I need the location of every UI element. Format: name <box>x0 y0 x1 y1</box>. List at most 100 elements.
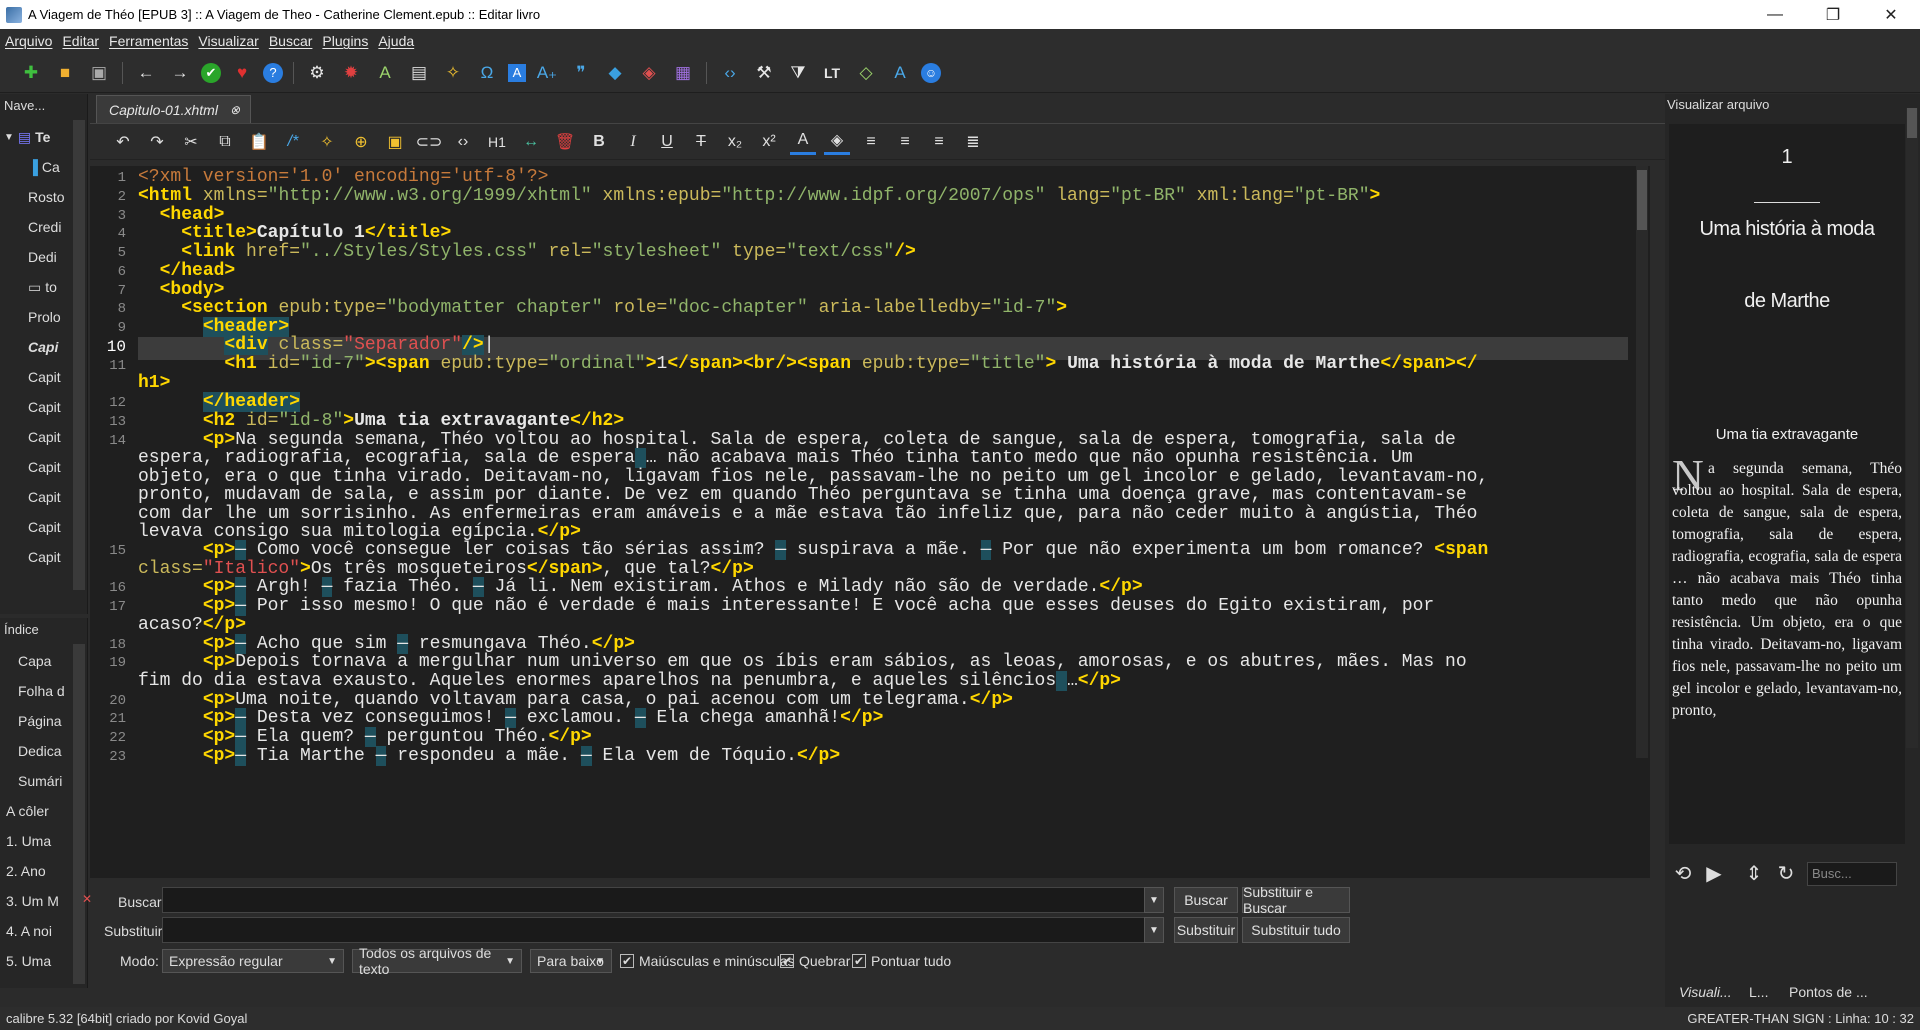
underline-icon[interactable]: U <box>654 129 680 155</box>
split-icon[interactable]: ↔ <box>518 129 544 155</box>
replace-and-find-button[interactable]: Substituir e Buscar <box>1242 884 1350 916</box>
accessibility-icon[interactable]: ☺ <box>921 62 941 83</box>
diamond-icon[interactable]: ◇ <box>853 60 879 86</box>
direction-select[interactable]: Para baixo ▼ <box>530 949 612 973</box>
toc-item[interactable]: Capa <box>0 646 72 676</box>
link-icon[interactable]: ⊂⊃ <box>416 129 443 155</box>
file-item[interactable]: Prolo <box>0 302 72 332</box>
file-item[interactable]: Capit <box>0 392 72 422</box>
find-input[interactable] <box>162 887 1147 913</box>
align-left-icon[interactable]: ≡ <box>858 129 884 155</box>
check-icon[interactable]: ✔ <box>201 62 221 83</box>
filter-icon[interactable]: ⧩ <box>785 60 811 86</box>
menu-arquivo[interactable]: Arquivo <box>0 33 57 49</box>
menu-visualizar[interactable]: Visualizar <box>193 33 263 49</box>
find-history-dropdown[interactable]: ▼ <box>1144 887 1164 913</box>
tab-close-icon[interactable]: ⊗ <box>230 103 240 117</box>
cut-icon[interactable]: ✂ <box>178 129 204 155</box>
file-item[interactable]: Capit <box>0 422 72 452</box>
quote-icon[interactable]: ❞ <box>568 60 594 86</box>
maximize-button[interactable]: ❐ <box>1804 0 1862 29</box>
code-editor[interactable]: 1 2 3 4 5 6 7 8 9 10 11 12 13 14 15 16 1… <box>90 166 1650 878</box>
heart-icon[interactable]: ♥ <box>229 60 255 86</box>
toc-item[interactable]: 1. Uma <box>0 826 72 856</box>
toc-item[interactable]: Dedica <box>0 736 72 766</box>
undo-icon[interactable]: ↶ <box>110 129 136 155</box>
toc-item[interactable]: Página <box>0 706 72 736</box>
font-icon[interactable]: A₊ <box>534 60 560 86</box>
preview-scrollbar[interactable] <box>1906 108 1918 748</box>
close-button[interactable]: ✕ <box>1862 0 1920 29</box>
open-folder-icon[interactable]: ■ <box>52 60 78 86</box>
tag-icon[interactable]: ‹› <box>450 129 476 155</box>
menu-ferramentas[interactable]: Ferramentas <box>104 33 193 49</box>
file-item[interactable]: ▐ Ca <box>0 152 72 182</box>
replace-button[interactable]: Substituir <box>1174 917 1238 943</box>
toc-item[interactable]: 6. O <box>0 976 72 986</box>
menu-ajuda[interactable]: Ajuda <box>373 33 419 49</box>
tab-capitulo-01[interactable]: Capitulo-01.xhtml ⊗ <box>96 95 251 123</box>
comment-icon[interactable]: /* <box>280 129 306 155</box>
italic-icon[interactable]: I <box>620 129 646 155</box>
preview-tab-visualizar[interactable]: Visuali... <box>1679 984 1732 1000</box>
dotall-checkbox[interactable]: ✔ Pontuar tudo <box>852 953 951 969</box>
scope-select[interactable]: Todos os arquivos de texto ▼ <box>352 945 522 977</box>
file-item-current[interactable]: Capi <box>0 332 72 362</box>
close-find-icon[interactable]: ✕ <box>82 892 92 906</box>
file-item[interactable]: Capit <box>0 482 72 512</box>
minimize-button[interactable]: — <box>1746 0 1804 29</box>
menu-editar[interactable]: Editar <box>57 33 104 49</box>
align-right-icon[interactable]: ≡ <box>926 129 952 155</box>
tag-icon[interactable]: ◆ <box>602 60 628 86</box>
replace-history-dropdown[interactable]: ▼ <box>1144 917 1164 943</box>
strikethrough-icon[interactable]: T <box>688 129 714 155</box>
text-icon[interactable]: A <box>508 63 526 82</box>
toc-item[interactable]: Folha d <box>0 676 72 706</box>
sync-icon[interactable]: ⟲ <box>1668 858 1698 888</box>
superscript-icon[interactable]: x² <box>756 129 782 155</box>
new-file-icon[interactable]: ✚ <box>18 60 44 86</box>
paste-icon[interactable]: 📋 <box>246 129 272 155</box>
omega-icon[interactable]: Ω <box>474 60 500 86</box>
file-item[interactable]: Capit <box>0 542 72 572</box>
toc-item[interactable]: 5. Uma <box>0 946 72 976</box>
reports-icon[interactable]: ▤ <box>406 60 432 86</box>
toc-item[interactable]: A côler <box>0 796 72 826</box>
delete-icon[interactable]: 🗑 <box>552 129 578 155</box>
preview-page[interactable]: 1 Uma história à moda de Marthe Uma tia … <box>1669 124 1905 844</box>
settings-icon[interactable]: ⚙ <box>304 60 330 86</box>
bug-icon[interactable]: ✹ <box>338 60 364 86</box>
find-button[interactable]: Buscar <box>1174 887 1238 913</box>
preview-tab-l[interactable]: L... <box>1749 984 1768 1000</box>
eraser-icon[interactable]: ◈ <box>636 60 662 86</box>
bold-icon[interactable]: B <box>586 129 612 155</box>
preview-search-input[interactable]: Busc... <box>1807 862 1897 886</box>
menu-plugins[interactable]: Plugins <box>317 33 373 49</box>
file-browser-scrollbar[interactable] <box>73 120 85 590</box>
lt-icon[interactable]: LT <box>819 60 845 86</box>
toc-item[interactable]: 3. Um M <box>0 886 72 916</box>
list-icon[interactable]: ▦ <box>670 60 696 86</box>
accessibility-font-icon[interactable]: A <box>887 60 913 86</box>
toc-item[interactable]: Sumári <box>0 766 72 796</box>
replace-input[interactable] <box>162 917 1147 943</box>
insert-file-icon[interactable]: ⊕ <box>348 129 374 155</box>
heading-icon[interactable]: H1 <box>484 129 510 155</box>
file-item[interactable]: Capit <box>0 362 72 392</box>
wrench-icon[interactable]: ⚒ <box>751 60 777 86</box>
toc-scrollbar[interactable] <box>73 644 85 984</box>
save-icon[interactable]: ▣ <box>86 60 112 86</box>
replace-all-button[interactable]: Substituir tudo <box>1242 917 1350 943</box>
file-item[interactable]: Credi <box>0 212 72 242</box>
forward-icon[interactable]: → <box>167 60 193 86</box>
file-group-text[interactable]: ▼ ▤ Te <box>0 122 72 152</box>
magic-wand-icon[interactable]: ✧ <box>440 60 466 86</box>
subscript-icon[interactable]: x₂ <box>722 129 748 155</box>
menu-buscar[interactable]: Buscar <box>264 33 318 49</box>
case-sensitive-checkbox[interactable]: ✔ Maiúsculas e minúsculas <box>620 953 795 969</box>
magic-wand-icon[interactable]: ✧ <box>314 129 340 155</box>
insert-image-icon[interactable]: ▣ <box>382 129 408 155</box>
preview-tab-pontos[interactable]: Pontos de ... <box>1789 984 1868 1000</box>
code-scrollbar-thumb[interactable] <box>1637 170 1647 230</box>
background-color-icon[interactable]: ◈ <box>824 129 850 155</box>
